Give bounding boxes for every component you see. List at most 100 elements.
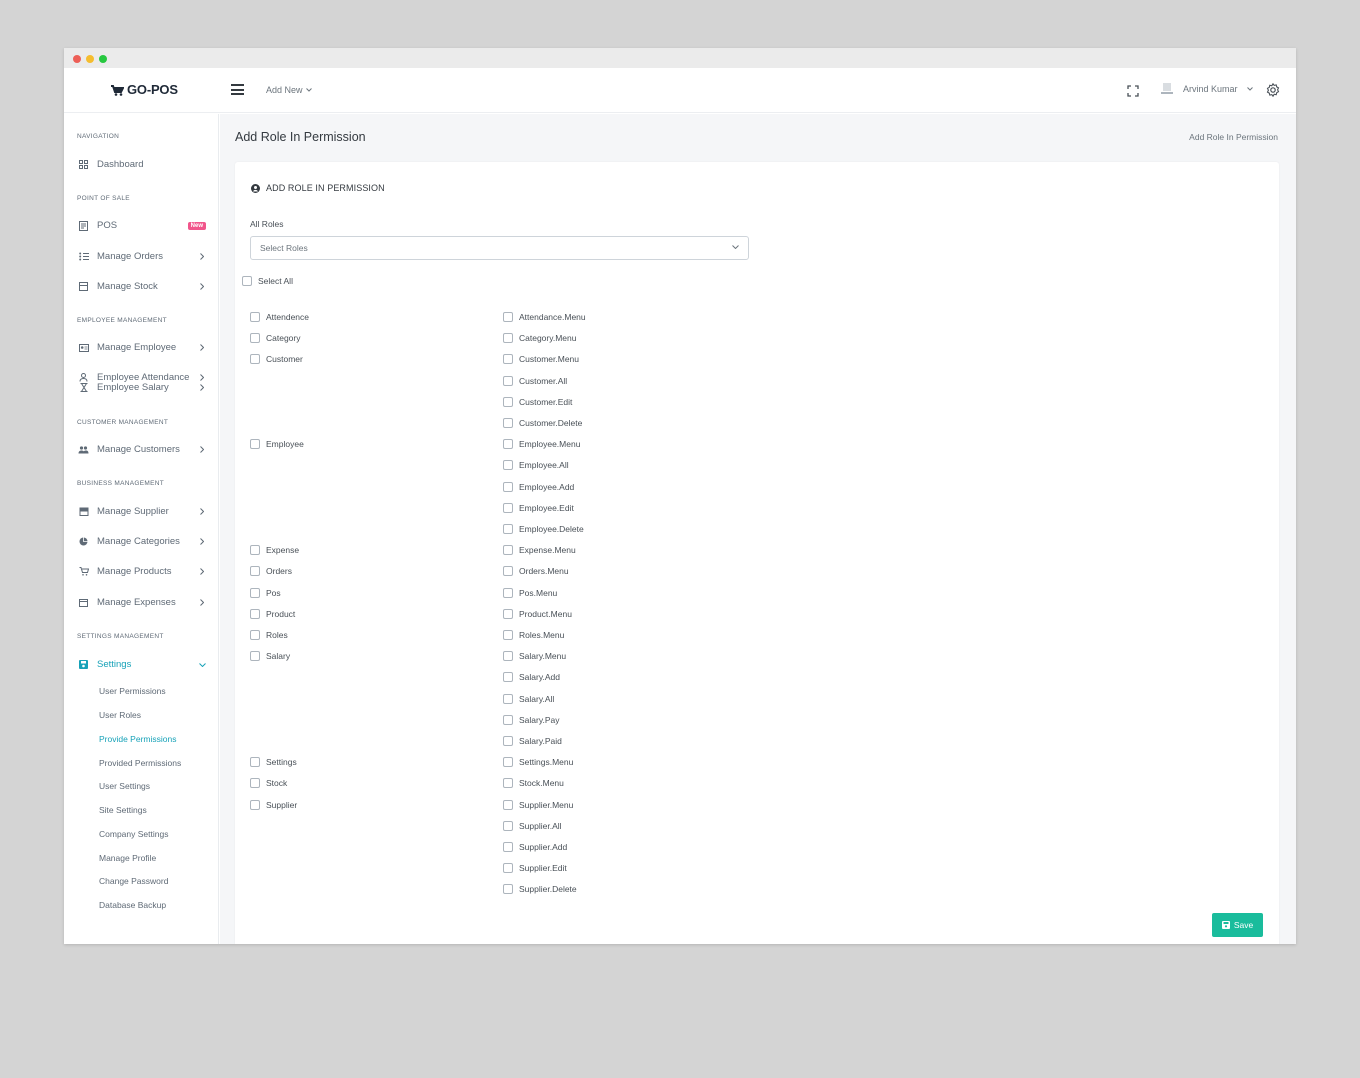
checkbox-box[interactable] <box>250 587 260 598</box>
checkbox-box[interactable] <box>503 757 513 768</box>
checkbox-box[interactable] <box>250 566 260 577</box>
sidebar-item-manage-orders[interactable]: Manage Orders <box>78 251 206 262</box>
checkbox-box[interactable] <box>503 333 513 344</box>
checkbox-orders[interactable]: Orders <box>250 566 292 577</box>
checkbox-box[interactable] <box>503 481 513 492</box>
sidebar-item-employee-salary[interactable]: Employee Salary <box>78 382 206 393</box>
checkbox-roles[interactable]: Roles <box>250 630 288 640</box>
submenu-database-backup[interactable]: Database Backup <box>99 900 166 910</box>
checkbox-settings[interactable]: Settings <box>250 757 297 768</box>
checkbox-orders-menu[interactable]: Orders.Menu <box>503 566 569 577</box>
checkbox-box[interactable] <box>503 439 513 450</box>
maximize-window-button[interactable] <box>99 55 107 63</box>
checkbox-salary-pay[interactable]: Salary.Pay <box>503 714 559 725</box>
sidebar-item-manage-categories[interactable]: Manage Categories <box>78 536 206 547</box>
close-window-button[interactable] <box>73 55 81 63</box>
checkbox-box[interactable] <box>503 884 513 895</box>
checkbox-employee-edit[interactable]: Employee.Edit <box>503 502 574 513</box>
checkbox-supplier-edit[interactable]: Supplier.Edit <box>503 863 567 874</box>
checkbox-salary[interactable]: Salary <box>250 651 290 662</box>
sidebar-item-manage-supplier[interactable]: Manage Supplier <box>78 506 206 517</box>
user-dropdown[interactable]: Arvind Kumar <box>1160 82 1253 96</box>
sidebar-item-manage-employee[interactable]: Manage Employee <box>78 342 206 353</box>
checkbox-roles-menu[interactable]: Roles.Menu <box>503 630 564 640</box>
checkbox-expense-menu[interactable]: Expense.Menu <box>503 545 576 556</box>
checkbox-attendance-menu[interactable]: Attendance.Menu <box>503 312 586 322</box>
checkbox-box[interactable] <box>242 276 252 286</box>
checkbox-box[interactable] <box>503 714 513 725</box>
checkbox-customer-delete[interactable]: Customer.Delete <box>503 418 582 428</box>
sidebar-item-settings[interactable]: Settings <box>78 659 206 670</box>
checkbox-box[interactable] <box>503 820 513 831</box>
submenu-provide-permissions[interactable]: Provide Permissions <box>99 734 176 744</box>
checkbox-employee-all[interactable]: Employee.All <box>503 460 569 471</box>
checkbox-box[interactable] <box>503 524 513 534</box>
checkbox-box[interactable] <box>503 354 513 365</box>
submenu-manage-profile[interactable]: Manage Profile <box>99 853 156 863</box>
checkbox-box[interactable] <box>503 778 513 789</box>
checkbox-product[interactable]: Product <box>250 608 295 619</box>
submenu-company-settings[interactable]: Company Settings <box>99 829 168 839</box>
checkbox-salary-add[interactable]: Salary.Add <box>503 672 560 683</box>
checkbox-box[interactable] <box>503 545 513 556</box>
app-logo[interactable]: GO-POS <box>110 82 178 97</box>
checkbox-box[interactable] <box>503 375 513 386</box>
checkbox-salary-paid[interactable]: Salary.Paid <box>503 736 562 746</box>
add-new-dropdown[interactable]: Add New <box>266 85 312 95</box>
sidebar-item-manage-products[interactable]: Manage Products <box>78 566 206 577</box>
checkbox-supplier-all[interactable]: Supplier.All <box>503 820 562 831</box>
checkbox-employee-add[interactable]: Employee.Add <box>503 481 574 492</box>
checkbox-box[interactable] <box>503 566 513 577</box>
checkbox-box[interactable] <box>503 502 513 513</box>
sidebar-item-manage-expenses[interactable]: Manage Expenses <box>78 597 206 608</box>
checkbox-pos[interactable]: Pos <box>250 587 281 598</box>
checkbox-box[interactable] <box>503 396 513 407</box>
checkbox-box[interactable] <box>503 863 513 874</box>
checkbox-box[interactable] <box>503 587 513 598</box>
checkbox-expense[interactable]: Expense <box>250 545 299 556</box>
checkbox-box[interactable] <box>503 630 513 640</box>
checkbox-employee-menu[interactable]: Employee.Menu <box>503 439 580 450</box>
checkbox-pos-menu[interactable]: Pos.Menu <box>503 587 557 598</box>
checkbox-box[interactable] <box>250 312 260 322</box>
checkbox-supplier-delete[interactable]: Supplier.Delete <box>503 884 577 895</box>
checkbox-box[interactable] <box>503 460 513 471</box>
checkbox-supplier[interactable]: Supplier <box>250 799 297 810</box>
checkbox-box[interactable] <box>250 439 260 450</box>
checkbox-box[interactable] <box>250 778 260 789</box>
checkbox-box[interactable] <box>503 842 513 852</box>
checkbox-supplier-add[interactable]: Supplier.Add <box>503 842 567 852</box>
checkbox-box[interactable] <box>503 418 513 428</box>
select-all-checkbox[interactable]: Select All <box>242 276 293 286</box>
fullscreen-icon[interactable] <box>1127 84 1139 102</box>
checkbox-box[interactable] <box>250 354 260 365</box>
checkbox-salary-all[interactable]: Salary.All <box>503 693 554 704</box>
checkbox-customer-menu[interactable]: Customer.Menu <box>503 354 579 365</box>
checkbox-category-menu[interactable]: Category.Menu <box>503 333 576 344</box>
checkbox-supplier-menu[interactable]: Supplier.Menu <box>503 799 573 810</box>
checkbox-employee[interactable]: Employee <box>250 439 304 450</box>
submenu-user-settings[interactable]: User Settings <box>99 781 150 791</box>
submenu-user-roles[interactable]: User Roles <box>99 710 141 720</box>
sidebar-item-dashboard[interactable]: Dashboard <box>78 159 206 170</box>
menu-toggle-icon[interactable] <box>231 84 244 95</box>
checkbox-settings-menu[interactable]: Settings.Menu <box>503 757 573 768</box>
roles-select[interactable]: Select Roles <box>250 236 749 260</box>
submenu-provided-permissions[interactable]: Provided Permissions <box>99 758 181 768</box>
checkbox-stock[interactable]: Stock <box>250 778 287 789</box>
checkbox-box[interactable] <box>250 630 260 640</box>
checkbox-stock-menu[interactable]: Stock.Menu <box>503 778 564 789</box>
checkbox-attendence[interactable]: Attendence <box>250 312 309 322</box>
checkbox-box[interactable] <box>503 799 513 810</box>
checkbox-box[interactable] <box>250 608 260 619</box>
checkbox-box[interactable] <box>503 312 513 322</box>
checkbox-box[interactable] <box>503 672 513 683</box>
gear-icon[interactable] <box>1266 82 1280 102</box>
checkbox-customer-edit[interactable]: Customer.Edit <box>503 396 572 407</box>
breadcrumb[interactable]: Add Role In Permission <box>1189 132 1278 142</box>
checkbox-box[interactable] <box>250 757 260 768</box>
save-button[interactable]: Save <box>1212 913 1263 937</box>
checkbox-box[interactable] <box>250 651 260 662</box>
minimize-window-button[interactable] <box>86 55 94 63</box>
checkbox-box[interactable] <box>250 545 260 556</box>
